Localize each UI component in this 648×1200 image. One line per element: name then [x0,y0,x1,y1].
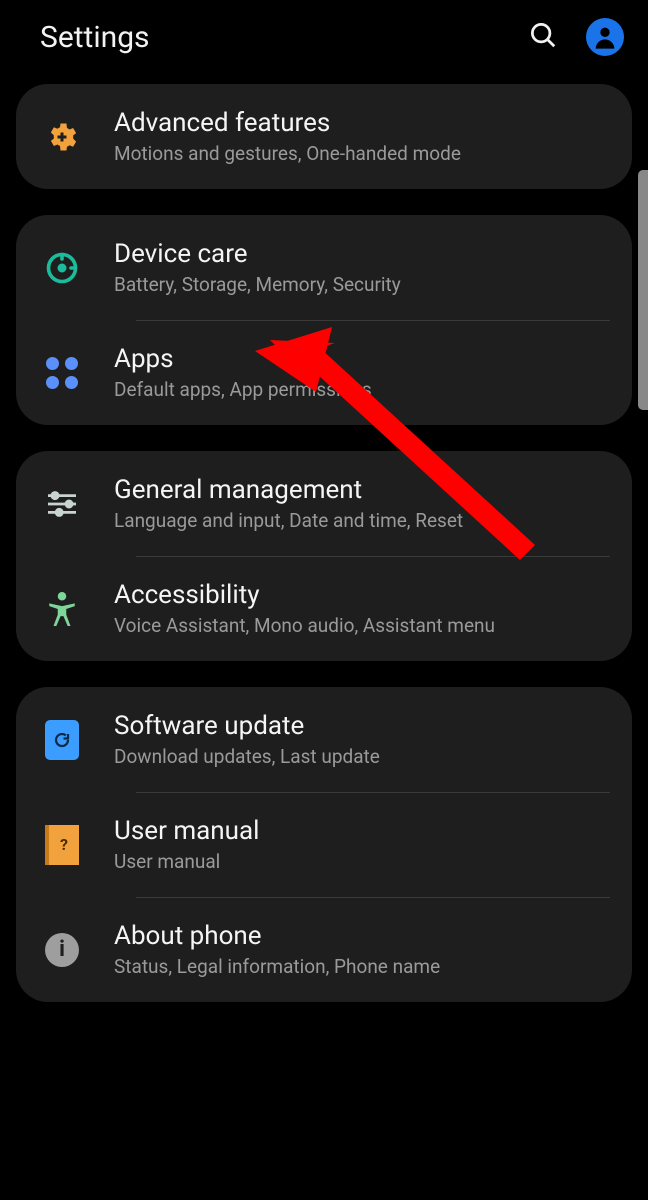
item-text: About phone Status, Legal information, P… [114,921,610,978]
settings-item-about-phone[interactable]: i About phone Status, Legal information,… [16,897,632,1002]
search-icon[interactable] [528,20,558,54]
item-subtitle: Voice Assistant, Mono audio, Assistant m… [114,614,610,637]
user-manual-icon: ? [38,821,86,869]
accessibility-icon [38,585,86,633]
item-subtitle: Motions and gestures, One-handed mode [114,142,610,165]
item-text: User manual User manual [114,816,610,873]
software-update-icon [38,716,86,764]
item-title: Software update [114,711,610,741]
sliders-icon [38,480,86,528]
header-actions [528,18,624,56]
settings-group: Advanced features Motions and gestures, … [16,84,632,189]
item-text: Software update Download updates, Last u… [114,711,610,768]
settings-item-accessibility[interactable]: Accessibility Voice Assistant, Mono audi… [16,556,632,661]
account-avatar-icon[interactable] [586,18,624,56]
item-subtitle: Battery, Storage, Memory, Security [114,273,610,296]
item-title: Advanced features [114,108,610,138]
item-subtitle: Language and input, Date and time, Reset [114,509,610,532]
header: Settings [0,0,648,84]
item-title: Apps [114,344,610,374]
item-title: Accessibility [114,580,610,610]
item-text: Advanced features Motions and gestures, … [114,108,610,165]
item-subtitle: User manual [114,850,610,873]
item-text: Accessibility Voice Assistant, Mono audi… [114,580,610,637]
settings-item-advanced-features[interactable]: Advanced features Motions and gestures, … [16,84,632,189]
page-title: Settings [40,20,528,55]
item-title: General management [114,475,610,505]
settings-group: General management Language and input, D… [16,451,632,661]
settings-item-software-update[interactable]: Software update Download updates, Last u… [16,687,632,792]
item-text: Device care Battery, Storage, Memory, Se… [114,239,610,296]
settings-group: Software update Download updates, Last u… [16,687,632,1002]
settings-item-device-care[interactable]: Device care Battery, Storage, Memory, Se… [16,215,632,320]
settings-list: Advanced features Motions and gestures, … [0,84,648,1002]
item-subtitle: Download updates, Last update [114,745,610,768]
settings-item-user-manual[interactable]: ? User manual User manual [16,792,632,897]
item-title: Device care [114,239,610,269]
device-care-icon [38,244,86,292]
scrollbar-thumb[interactable] [638,170,648,410]
item-title: About phone [114,921,610,951]
item-subtitle: Default apps, App permissions [114,378,610,401]
item-text: General management Language and input, D… [114,475,610,532]
settings-item-apps[interactable]: Apps Default apps, App permissions [16,320,632,425]
item-subtitle: Status, Legal information, Phone name [114,955,610,978]
apps-icon [38,349,86,397]
gear-plus-icon [38,113,86,161]
info-icon: i [38,926,86,974]
item-text: Apps Default apps, App permissions [114,344,610,401]
settings-group: Device care Battery, Storage, Memory, Se… [16,215,632,425]
settings-item-general-management[interactable]: General management Language and input, D… [16,451,632,556]
item-title: User manual [114,816,610,846]
